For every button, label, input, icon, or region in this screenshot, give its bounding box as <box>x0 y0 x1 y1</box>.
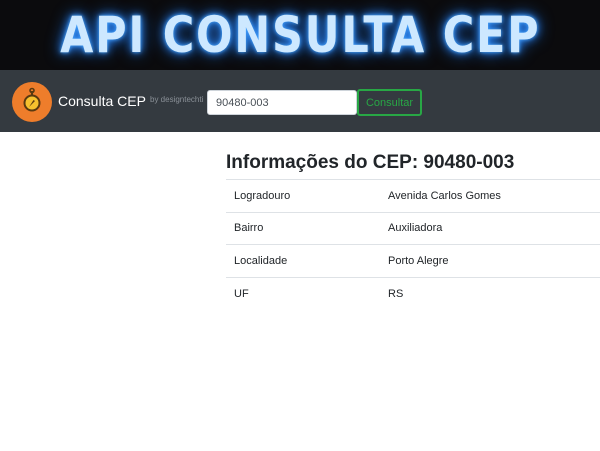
field-value: Auxiliadora <box>388 222 443 235</box>
field-label: Logradouro <box>234 189 291 202</box>
table-row: UF RS <box>226 277 600 310</box>
field-value: Porto Alegre <box>388 254 449 267</box>
field-value: RS <box>388 287 404 300</box>
compass-pin-icon[interactable] <box>12 82 52 122</box>
cep-info-table: Logradouro Avenida Carlos Gomes Bairro A… <box>226 179 600 310</box>
table-row: Localidade Porto Alegre <box>226 244 600 278</box>
field-label: UF <box>234 287 249 300</box>
field-label: Localidade <box>234 254 288 267</box>
table-row: Bairro Auxiliadora <box>226 212 600 245</box>
consultar-button[interactable]: Consultar <box>357 89 422 116</box>
cep-search-input[interactable] <box>207 90 357 115</box>
page-title: Informações do CEP: 90480-003 <box>226 152 515 173</box>
byline: by designtechti <box>150 95 204 104</box>
promo-banner: API CONSULTA CEP <box>0 0 600 70</box>
field-label: Bairro <box>234 222 264 235</box>
brand-name[interactable]: Consulta CEP <box>58 93 146 109</box>
table-row: Logradouro Avenida Carlos Gomes <box>226 179 600 213</box>
field-value: Avenida Carlos Gomes <box>388 189 501 202</box>
navbar: Consulta CEP by designtechti Consultar <box>0 70 600 132</box>
banner-title: API CONSULTA CEP <box>59 6 541 64</box>
